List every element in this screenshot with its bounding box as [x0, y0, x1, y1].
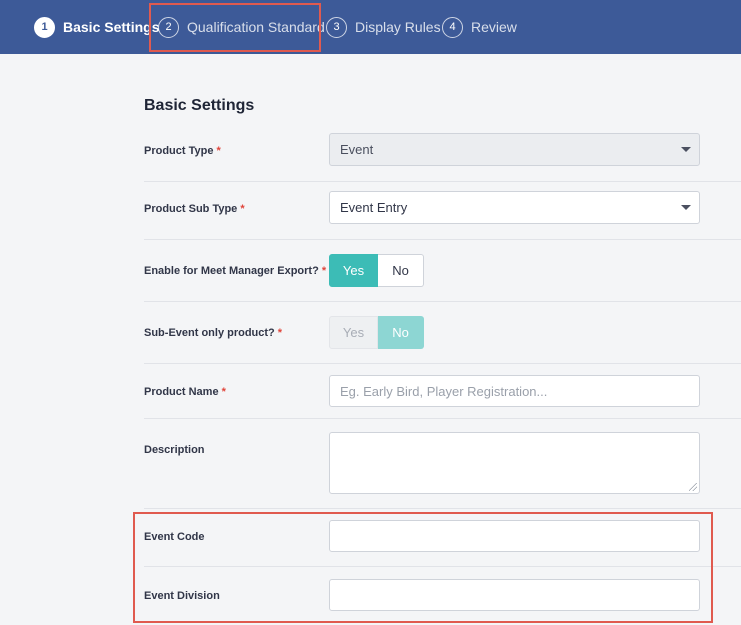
required-marker: * [321, 265, 327, 277]
sub-event-only-label: Sub-Event only product? * [144, 327, 283, 339]
event-division-input[interactable] [329, 579, 700, 611]
divider [144, 239, 741, 240]
step-review[interactable]: 4 Review [442, 0, 517, 54]
product-name-placeholder: Eg. Early Bird, Player Registration... [340, 383, 548, 399]
event-code-label: Event Code [144, 531, 205, 543]
chevron-down-icon [681, 205, 691, 210]
chevron-down-icon [681, 147, 691, 152]
product-type-select[interactable]: Event [329, 133, 700, 166]
step-number: 3 [326, 16, 347, 38]
step-qualification-standard[interactable]: 2 Qualification Standard [158, 0, 325, 54]
step-label: Review [471, 19, 517, 35]
product-sub-type-label: Product Sub Type * [144, 203, 245, 215]
product-name-input[interactable]: Eg. Early Bird, Player Registration... [329, 375, 700, 407]
step-display-rules[interactable]: 3 Display Rules [326, 0, 441, 54]
section-title: Basic Settings [144, 97, 255, 114]
product-name-label: Product Name * [144, 386, 226, 398]
product-sub-type-select[interactable]: Event Entry [329, 191, 700, 224]
step-number: 2 [158, 16, 179, 38]
meet-manager-export-yes-button[interactable]: Yes [329, 254, 378, 287]
required-marker: * [240, 203, 245, 215]
divider [144, 418, 741, 419]
resize-handle-icon[interactable] [689, 483, 697, 491]
event-division-label: Event Division [144, 590, 220, 602]
event-code-input[interactable] [329, 520, 700, 552]
step-label: Display Rules [355, 19, 441, 35]
sub-event-only-yes-button[interactable]: Yes [329, 316, 378, 349]
product-sub-type-value: Event Entry [340, 200, 408, 215]
sub-event-only-toggle: Yes No [329, 316, 424, 349]
meet-manager-export-label: Enable for Meet Manager Export? * [144, 265, 327, 277]
divider [144, 181, 741, 182]
step-label: Basic Settings [63, 19, 160, 35]
meet-manager-export-toggle: Yes No [329, 254, 424, 287]
divider [144, 566, 741, 567]
divider [144, 301, 741, 302]
step-number: 4 [442, 16, 463, 38]
description-label: Description [144, 444, 205, 456]
product-type-value: Event [340, 142, 374, 157]
required-marker: * [221, 386, 226, 398]
divider [144, 363, 741, 364]
required-marker: * [216, 145, 221, 157]
divider [144, 508, 741, 509]
required-marker: * [277, 327, 283, 339]
wizard-stepper: 1 Basic Settings 2 Qualification Standar… [0, 0, 741, 54]
description-textarea[interactable] [329, 432, 700, 494]
step-number: 1 [34, 16, 55, 38]
step-basic-settings[interactable]: 1 Basic Settings [34, 0, 159, 54]
meet-manager-export-no-button[interactable]: No [378, 254, 424, 287]
product-type-label: Product Type * [144, 145, 221, 157]
sub-event-only-no-button[interactable]: No [378, 316, 424, 349]
step-label: Qualification Standard [187, 19, 325, 35]
